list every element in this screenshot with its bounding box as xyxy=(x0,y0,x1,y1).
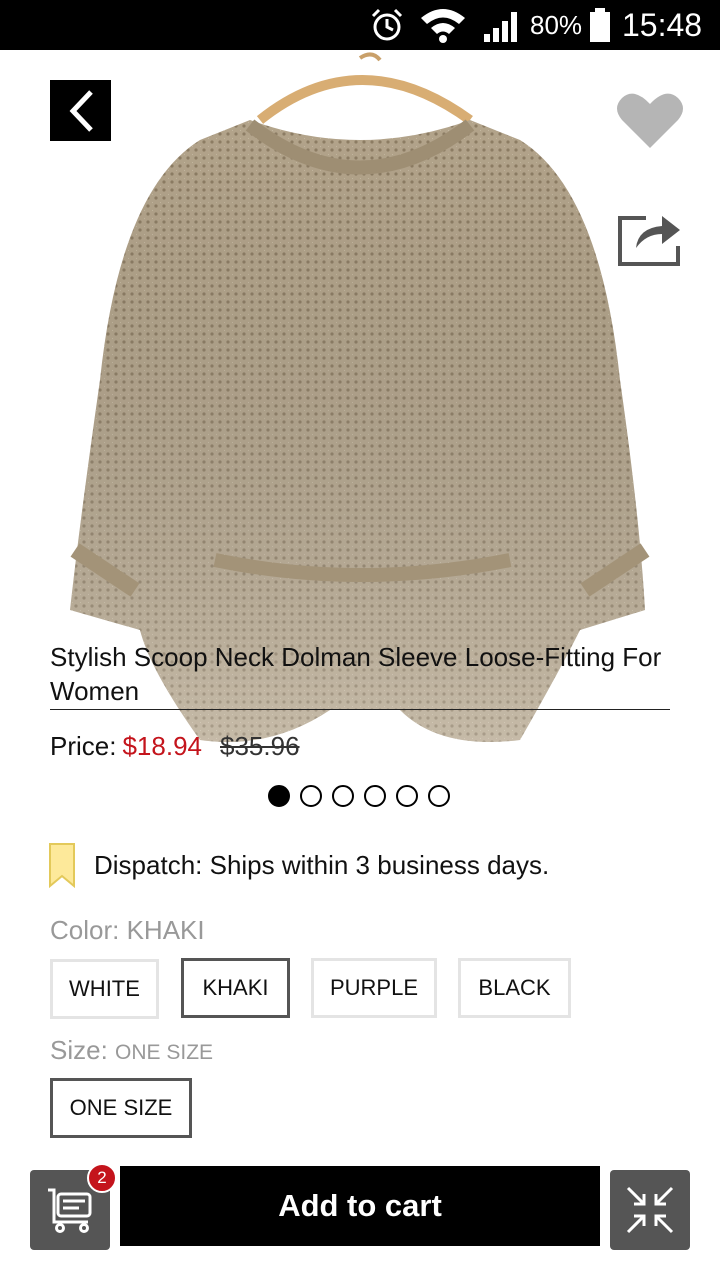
chevron-left-icon xyxy=(69,89,93,132)
alarm-clock-icon xyxy=(368,0,406,50)
divider xyxy=(50,709,670,710)
product-title-text: Stylish Scoop Neck Dolman Sleeve Loose-F… xyxy=(50,642,662,706)
color-option-white[interactable]: WHITE xyxy=(50,959,159,1019)
color-option-label: PURPLE xyxy=(329,975,419,1000)
back-button[interactable] xyxy=(50,80,111,141)
favorite-button[interactable] xyxy=(614,88,686,152)
sale-price: $18.94 xyxy=(122,730,202,761)
pager-dot[interactable] xyxy=(364,785,386,807)
original-price: $35.96 xyxy=(220,730,300,761)
size-option-one-size[interactable]: ONE SIZE xyxy=(50,1078,192,1138)
heart-icon xyxy=(617,93,683,148)
pager-dot[interactable] xyxy=(428,785,450,807)
color-option-label: BLACK xyxy=(478,975,551,1000)
pager-dot[interactable] xyxy=(396,785,418,807)
clock-time: 15:48 xyxy=(622,6,703,43)
status-bar: 80% 15:48 xyxy=(0,0,720,50)
color-option-purple[interactable]: PURPLE xyxy=(311,958,437,1018)
product-title: Stylish Scoop Neck Dolman Sleeve Loose-F… xyxy=(50,640,670,708)
size-label-value: ONE SIZE xyxy=(115,1041,214,1064)
size-option-label: ONE SIZE xyxy=(69,1095,173,1120)
color-option-label: KHAKI xyxy=(202,975,269,1000)
dispatch-text: Dispatch: Ships within 3 business days. xyxy=(94,849,550,880)
add-to-cart-button[interactable]: Add to cart xyxy=(120,1166,600,1246)
wifi-icon xyxy=(418,0,468,50)
dispatch-info: Dispatch: Ships within 3 business days. xyxy=(48,842,549,888)
color-option-khaki[interactable]: KHAKI xyxy=(181,958,290,1018)
price-label: Price: xyxy=(50,730,117,761)
size-label: Size: ONE SIZE xyxy=(50,1035,213,1066)
cell-signal-icon xyxy=(482,0,524,50)
color-option-label: WHITE xyxy=(69,976,140,1001)
bookmark-icon xyxy=(49,843,75,888)
image-pager xyxy=(268,785,450,809)
battery-icon xyxy=(588,0,612,50)
size-label-text: Size: xyxy=(50,1035,116,1065)
share-button[interactable] xyxy=(616,206,684,268)
pager-dot[interactable] xyxy=(332,785,354,807)
shopping-cart-icon xyxy=(48,1188,92,1233)
collapse-button[interactable] xyxy=(610,1170,690,1250)
price-row: Price: $18.94 $35.96 xyxy=(50,728,300,764)
color-label: Color: KHAKI xyxy=(50,915,205,945)
battery-percent: 80% xyxy=(530,9,583,40)
pager-dot[interactable] xyxy=(300,785,322,807)
collapse-arrows-icon xyxy=(626,1186,674,1234)
cart-count-badge: 2 xyxy=(87,1163,117,1193)
color-option-black[interactable]: BLACK xyxy=(458,958,571,1018)
share-icon xyxy=(618,216,680,266)
pager-dot[interactable] xyxy=(268,785,290,807)
product-detail-screen: 80% 15:48 Stylish Scoop Neck Dolman Slee… xyxy=(0,0,720,1280)
